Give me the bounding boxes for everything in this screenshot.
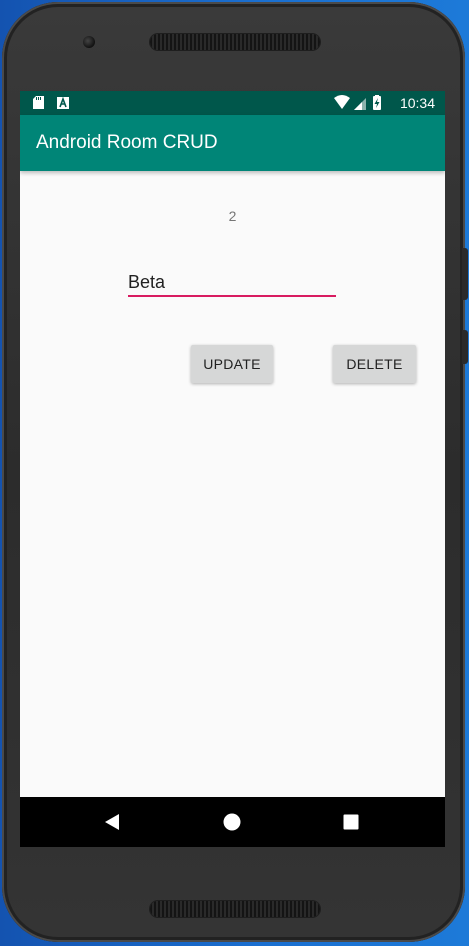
power-button[interactable] xyxy=(462,330,468,364)
status-icons xyxy=(334,95,381,110)
battery-charging-icon xyxy=(373,95,381,110)
a-notification-icon xyxy=(57,97,69,109)
back-icon xyxy=(105,814,119,830)
front-camera xyxy=(83,36,95,48)
bottom-speaker-grille xyxy=(150,901,320,917)
recents-button[interactable] xyxy=(341,812,361,832)
app-title: Android Room CRUD xyxy=(36,132,218,153)
sd-card-icon xyxy=(33,96,44,109)
status-time: 10:34 xyxy=(399,95,435,111)
home-icon xyxy=(223,813,241,831)
back-button[interactable] xyxy=(102,812,122,832)
navigation-bar xyxy=(20,797,445,847)
status-bar: 10:34 xyxy=(20,91,445,115)
update-button[interactable]: UPDATE xyxy=(191,345,273,383)
record-id-label: 2 xyxy=(228,208,237,224)
recents-icon xyxy=(343,814,359,830)
volume-button[interactable] xyxy=(462,248,468,300)
name-input[interactable] xyxy=(128,269,336,297)
app-screen: 10:34 Android Room CRUD 2 UPDATE DELETE xyxy=(20,91,445,847)
top-speaker-grille xyxy=(150,34,320,50)
delete-button[interactable]: DELETE xyxy=(333,345,416,383)
app-bar: Android Room CRUD xyxy=(20,115,445,171)
wifi-icon xyxy=(334,95,350,109)
home-button[interactable] xyxy=(222,812,242,832)
